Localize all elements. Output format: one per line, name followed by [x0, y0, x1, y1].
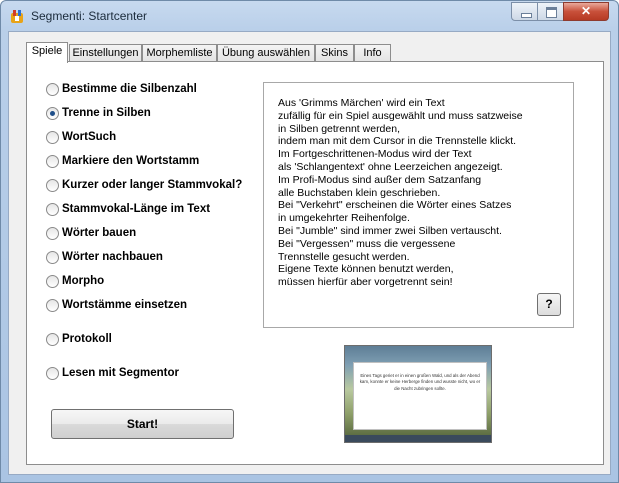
description-line: Im Fortgeschrittenen-Modus wird der Text: [278, 148, 472, 161]
tab-morphemliste[interactable]: Morphemliste: [142, 44, 217, 62]
description-box: Aus 'Grimms Märchen' wird ein Text zufäl…: [263, 82, 574, 328]
description-line: Trennstelle gesucht werden.: [278, 250, 410, 263]
radio-button[interactable]: [46, 131, 59, 144]
option-label: Lesen mit Segmentor: [62, 367, 179, 379]
game-preview-image: Eines Tags geriet er in einen großen Wal…: [344, 345, 492, 443]
app-window: Segmenti: Startcenter ✕ Spiele Einstellu…: [0, 0, 619, 483]
minimize-button[interactable]: [511, 2, 538, 21]
radio-button[interactable]: [46, 155, 59, 168]
maximize-button[interactable]: [537, 2, 564, 21]
option-label: Wörter nachbauen: [62, 251, 163, 263]
radio-button[interactable]: [46, 275, 59, 288]
description-line: als 'Schlangentext' ohne Leerzeichen ang…: [278, 160, 503, 173]
option-label: Trenne in Silben: [62, 107, 151, 119]
option-label: Kurzer oder langer Stammvokal?: [62, 179, 243, 191]
radio-button-selected[interactable]: [46, 107, 59, 120]
radio-button[interactable]: [46, 227, 59, 240]
close-icon: ✕: [580, 4, 592, 18]
preview-text: Eines Tags geriet er in einen großen Wal…: [359, 373, 481, 391]
preview-text-box: Eines Tags geriet er in einen großen Wal…: [353, 362, 487, 430]
description-line: Eigene Texte können benutzt werden,: [278, 263, 454, 276]
description-line: Aus 'Grimms Märchen' wird ein Text: [278, 97, 445, 109]
radio-button[interactable]: [46, 367, 59, 380]
description-text: Aus 'Grimms Märchen' wird ein Text zufäl…: [278, 97, 523, 289]
spiele-panel: Bestimme die Silbenzahl Trenne in Silben…: [26, 61, 604, 465]
preview-toolbar: [345, 435, 491, 442]
maximize-icon: [546, 7, 557, 18]
radio-button[interactable]: [46, 333, 59, 346]
option-label: Morpho: [62, 275, 105, 287]
description-line: alle Buchstaben klein geschrieben.: [278, 186, 441, 199]
client-area: Spiele Einstellungen Morphemliste Übung …: [8, 31, 611, 475]
start-button[interactable]: Start!: [51, 409, 234, 439]
radio-button[interactable]: [46, 83, 59, 96]
window-title: Segmenti: Startcenter: [31, 9, 148, 23]
radio-button[interactable]: [46, 203, 59, 216]
tab-uebung-auswaehlen[interactable]: Übung auswählen: [217, 44, 315, 62]
option-label: Wortstämme einsetzen: [62, 299, 188, 311]
description-line: zufällig für ein Spiel ausgewählt und mu…: [278, 109, 523, 122]
description-line: in Silben getrennt werden,: [278, 122, 400, 135]
description-line: Bei "Vergessen" muss die vergessene: [278, 237, 456, 250]
option-label: Protokoll: [62, 333, 112, 345]
tab-spiele[interactable]: Spiele: [26, 42, 68, 63]
description-line: in umgekehrter Reihenfolge.: [278, 212, 410, 225]
tab-info[interactable]: Info: [354, 44, 391, 62]
description-line: müssen hierfür aber vorgetrennt sein!: [278, 276, 453, 289]
minimize-icon: [521, 13, 532, 18]
segmenti-app-icon: [11, 10, 23, 23]
option-label: Stammvokal-Länge im Text: [62, 203, 211, 215]
help-button[interactable]: ?: [537, 293, 561, 316]
radio-button[interactable]: [46, 179, 59, 192]
tab-einstellungen[interactable]: Einstellungen: [69, 44, 142, 62]
description-line: Bei "Verkehrt" erscheinen die Wörter ein…: [278, 199, 512, 212]
description-line: Im Profi-Modus sind außer dem Satzanfang: [278, 173, 482, 186]
radio-button[interactable]: [46, 299, 59, 312]
option-label: Markiere den Wortstamm: [62, 155, 200, 167]
option-label: Bestimme die Silbenzahl: [62, 83, 197, 95]
description-line: indem man mit dem Cursor in die Trennste…: [278, 135, 517, 148]
option-label: Wörter bauen: [62, 227, 137, 239]
tab-skins[interactable]: Skins: [315, 44, 354, 62]
description-line: Bei "Jumble" sind immer zwei Silben vert…: [278, 224, 502, 237]
close-button[interactable]: ✕: [563, 2, 609, 21]
option-label: WortSuch: [62, 131, 117, 143]
radio-button[interactable]: [46, 251, 59, 264]
title-bar[interactable]: Segmenti: Startcenter ✕: [1, 1, 618, 31]
